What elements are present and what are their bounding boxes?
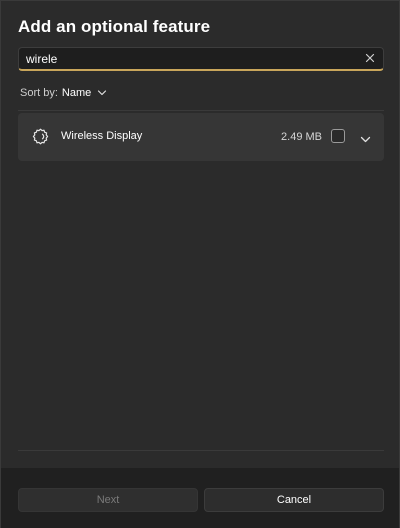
feature-checkbox[interactable] <box>331 129 345 143</box>
search-input[interactable] <box>26 51 346 67</box>
dialog-title: Add an optional feature <box>18 17 211 36</box>
chevron-down-icon <box>97 88 107 98</box>
list-divider-bottom <box>18 450 384 451</box>
feature-size: 2.49 MB <box>281 131 322 143</box>
sort-value: Name <box>61 87 92 99</box>
list-divider-top <box>18 110 384 111</box>
chevron-down-icon[interactable] <box>360 132 371 143</box>
feature-row-wireless-display[interactable]: Wireless Display 2.49 MB <box>18 113 384 161</box>
sort-dropdown[interactable]: Sort by: Name <box>20 87 107 99</box>
next-button[interactable]: Next <box>18 488 198 512</box>
dialog-footer: Next Cancel <box>1 468 399 528</box>
sort-label: Sort by: <box>20 87 58 99</box>
search-box[interactable] <box>18 47 384 71</box>
cancel-button[interactable]: Cancel <box>204 488 384 512</box>
close-icon[interactable] <box>363 51 377 65</box>
add-optional-feature-dialog: Add an optional feature Sort by: Name Wi… <box>0 0 400 528</box>
puzzle-gear-icon <box>32 128 49 145</box>
feature-name: Wireless Display <box>61 130 143 142</box>
